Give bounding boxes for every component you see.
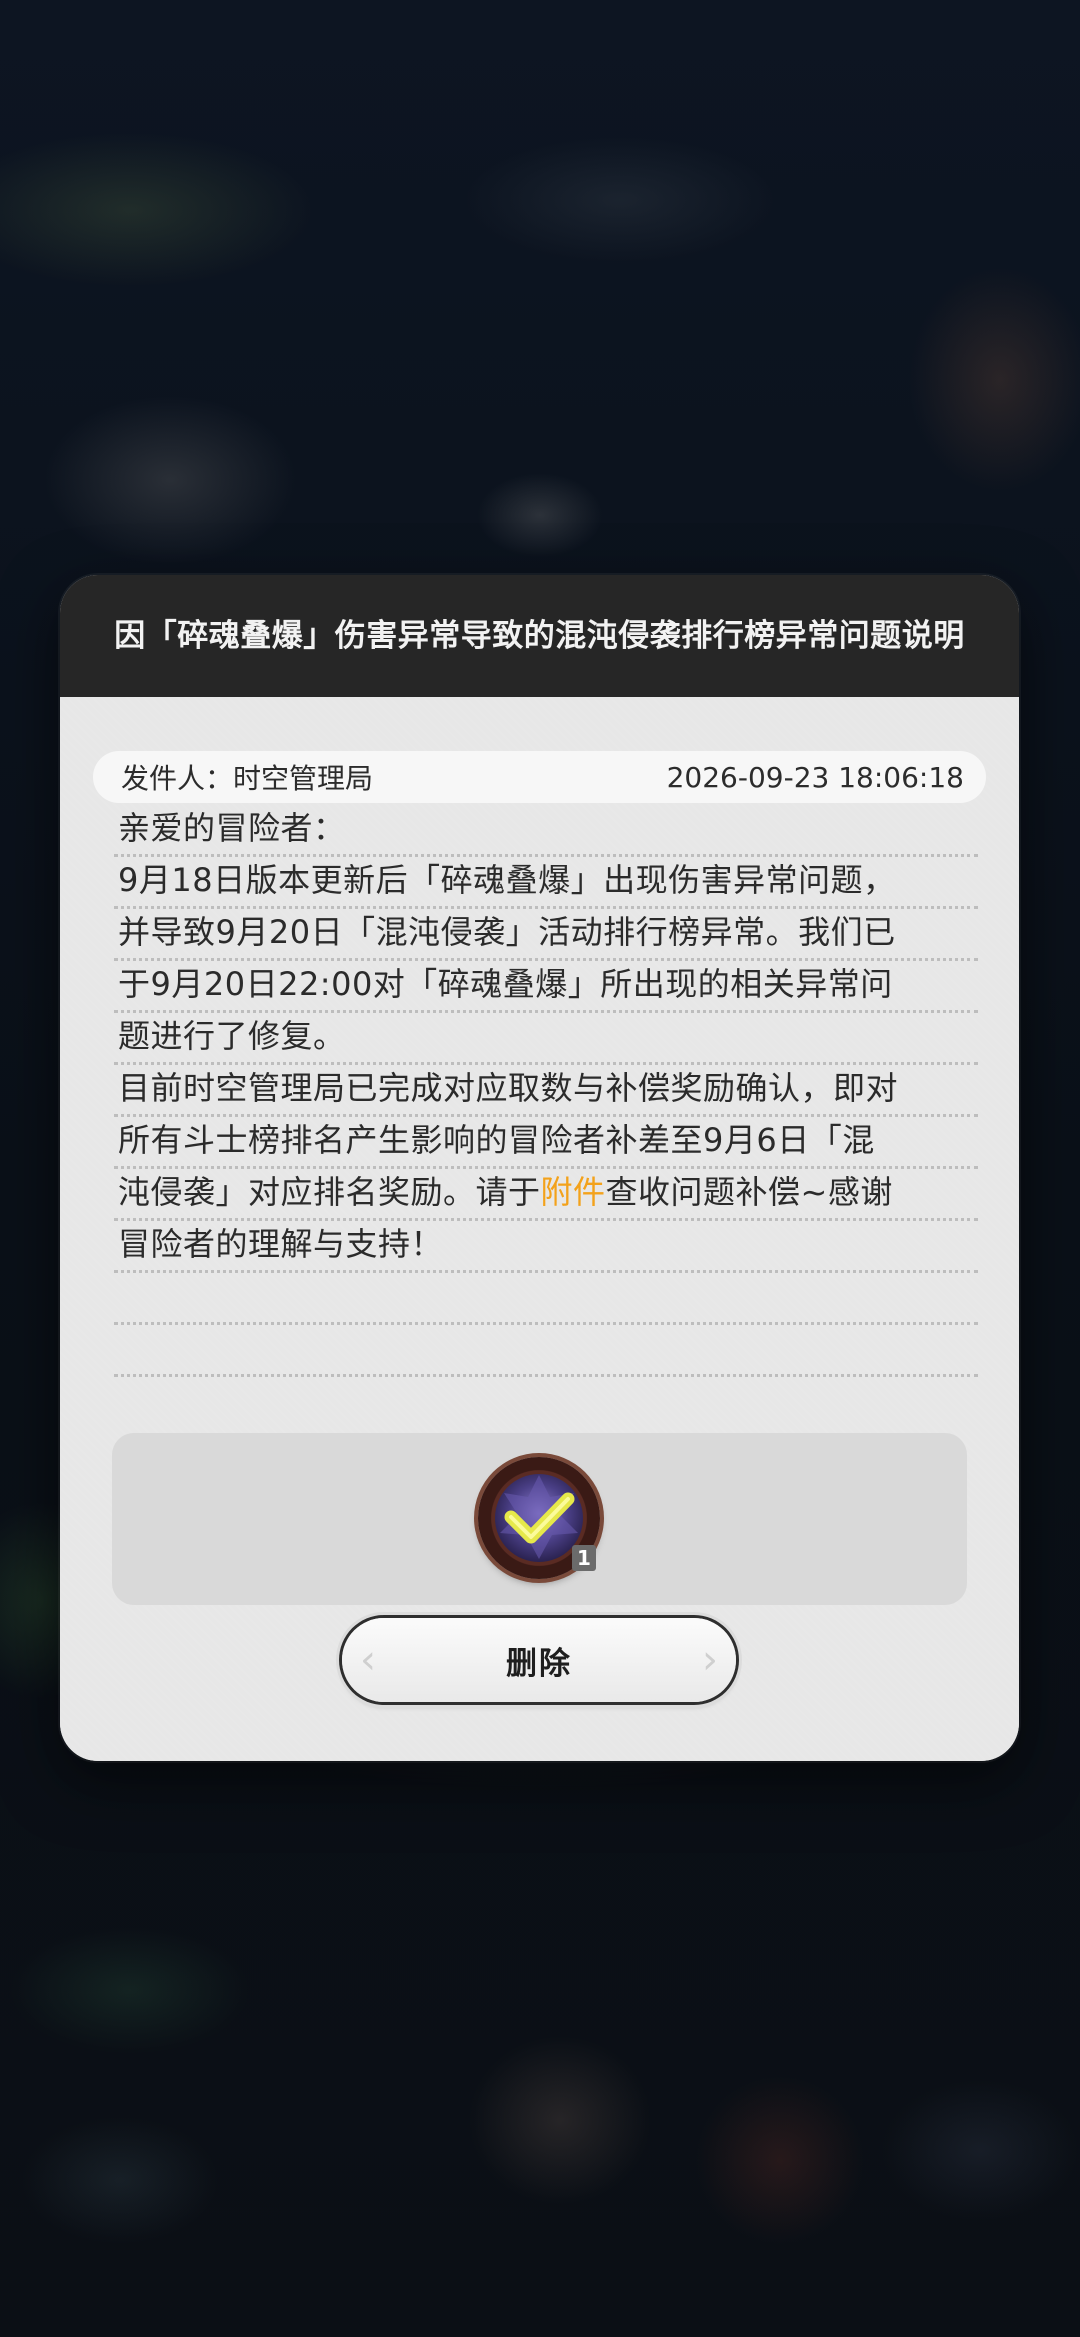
delete-button[interactable]: ‹ 删除 › xyxy=(342,1618,736,1702)
mail-body: 发件人： 时空管理局 2026-09-23 18:06:18 亲爱的冒险者： 9… xyxy=(60,697,1019,1761)
sender-label: 发件人： xyxy=(121,762,234,795)
item-count-badge: 1 xyxy=(572,1545,596,1571)
mail-dialog: 因「碎魂叠爆」伤害异常导致的混沌侵袭排行榜异常问题说明 发件人： 时空管理局 2… xyxy=(60,575,1019,1761)
mail-line: 冒险者的理解与支持！ xyxy=(114,1221,978,1273)
button-decoration-left-icon: ‹ xyxy=(360,1637,376,1683)
mail-line xyxy=(114,1273,978,1325)
sender-bar: 发件人： 时空管理局 2026-09-23 18:06:18 xyxy=(93,751,986,803)
delete-button-label: 删除 xyxy=(506,1645,572,1682)
mail-line: 目前时空管理局已完成对应取数与补偿奖励确认，即对 xyxy=(114,1065,978,1117)
mail-title: 因「碎魂叠爆」伤害异常导致的混沌侵袭排行榜异常问题说明 xyxy=(114,618,965,654)
mail-line: 并导致9月20日「混沌侵袭」活动排行榜异常。我们已 xyxy=(114,909,978,961)
mail-line: 于9月20日22:00对「碎魂叠爆」所出现的相关异常问 xyxy=(114,961,978,1013)
sender-info: 发件人： 时空管理局 xyxy=(121,757,373,797)
attachment-area: 1 xyxy=(112,1433,967,1605)
line-text: 查收问题补偿~感谢 xyxy=(605,1173,893,1211)
mail-line: 沌侵袭」对应排名奖励。请于附件查收问题补偿~感谢 xyxy=(114,1169,978,1221)
mail-header: 因「碎魂叠爆」伤害异常导致的混沌侵袭排行榜异常问题说明 xyxy=(60,575,1019,697)
mail-line: 所有斗士榜排名产生影响的冒险者补差至9月6日「混 xyxy=(114,1117,978,1169)
mail-line: 亲爱的冒险者： xyxy=(114,805,978,857)
attachment-link[interactable]: 附件 xyxy=(541,1173,606,1211)
mail-line: 9月18日版本更新后「碎魂叠爆」出现伤害异常问题， xyxy=(114,857,978,909)
line-text: 沌侵袭」对应排名奖励。请于 xyxy=(118,1173,541,1211)
mail-timestamp: 2026-09-23 18:06:18 xyxy=(666,760,964,794)
sender-name: 时空管理局 xyxy=(233,762,374,795)
mail-line xyxy=(114,1325,978,1377)
button-decoration-right-icon: › xyxy=(702,1637,718,1683)
mail-content: 亲爱的冒险者： 9月18日版本更新后「碎魂叠爆」出现伤害异常问题， 并导致9月2… xyxy=(114,805,978,1377)
mail-line: 题进行了修复。 xyxy=(114,1013,978,1065)
